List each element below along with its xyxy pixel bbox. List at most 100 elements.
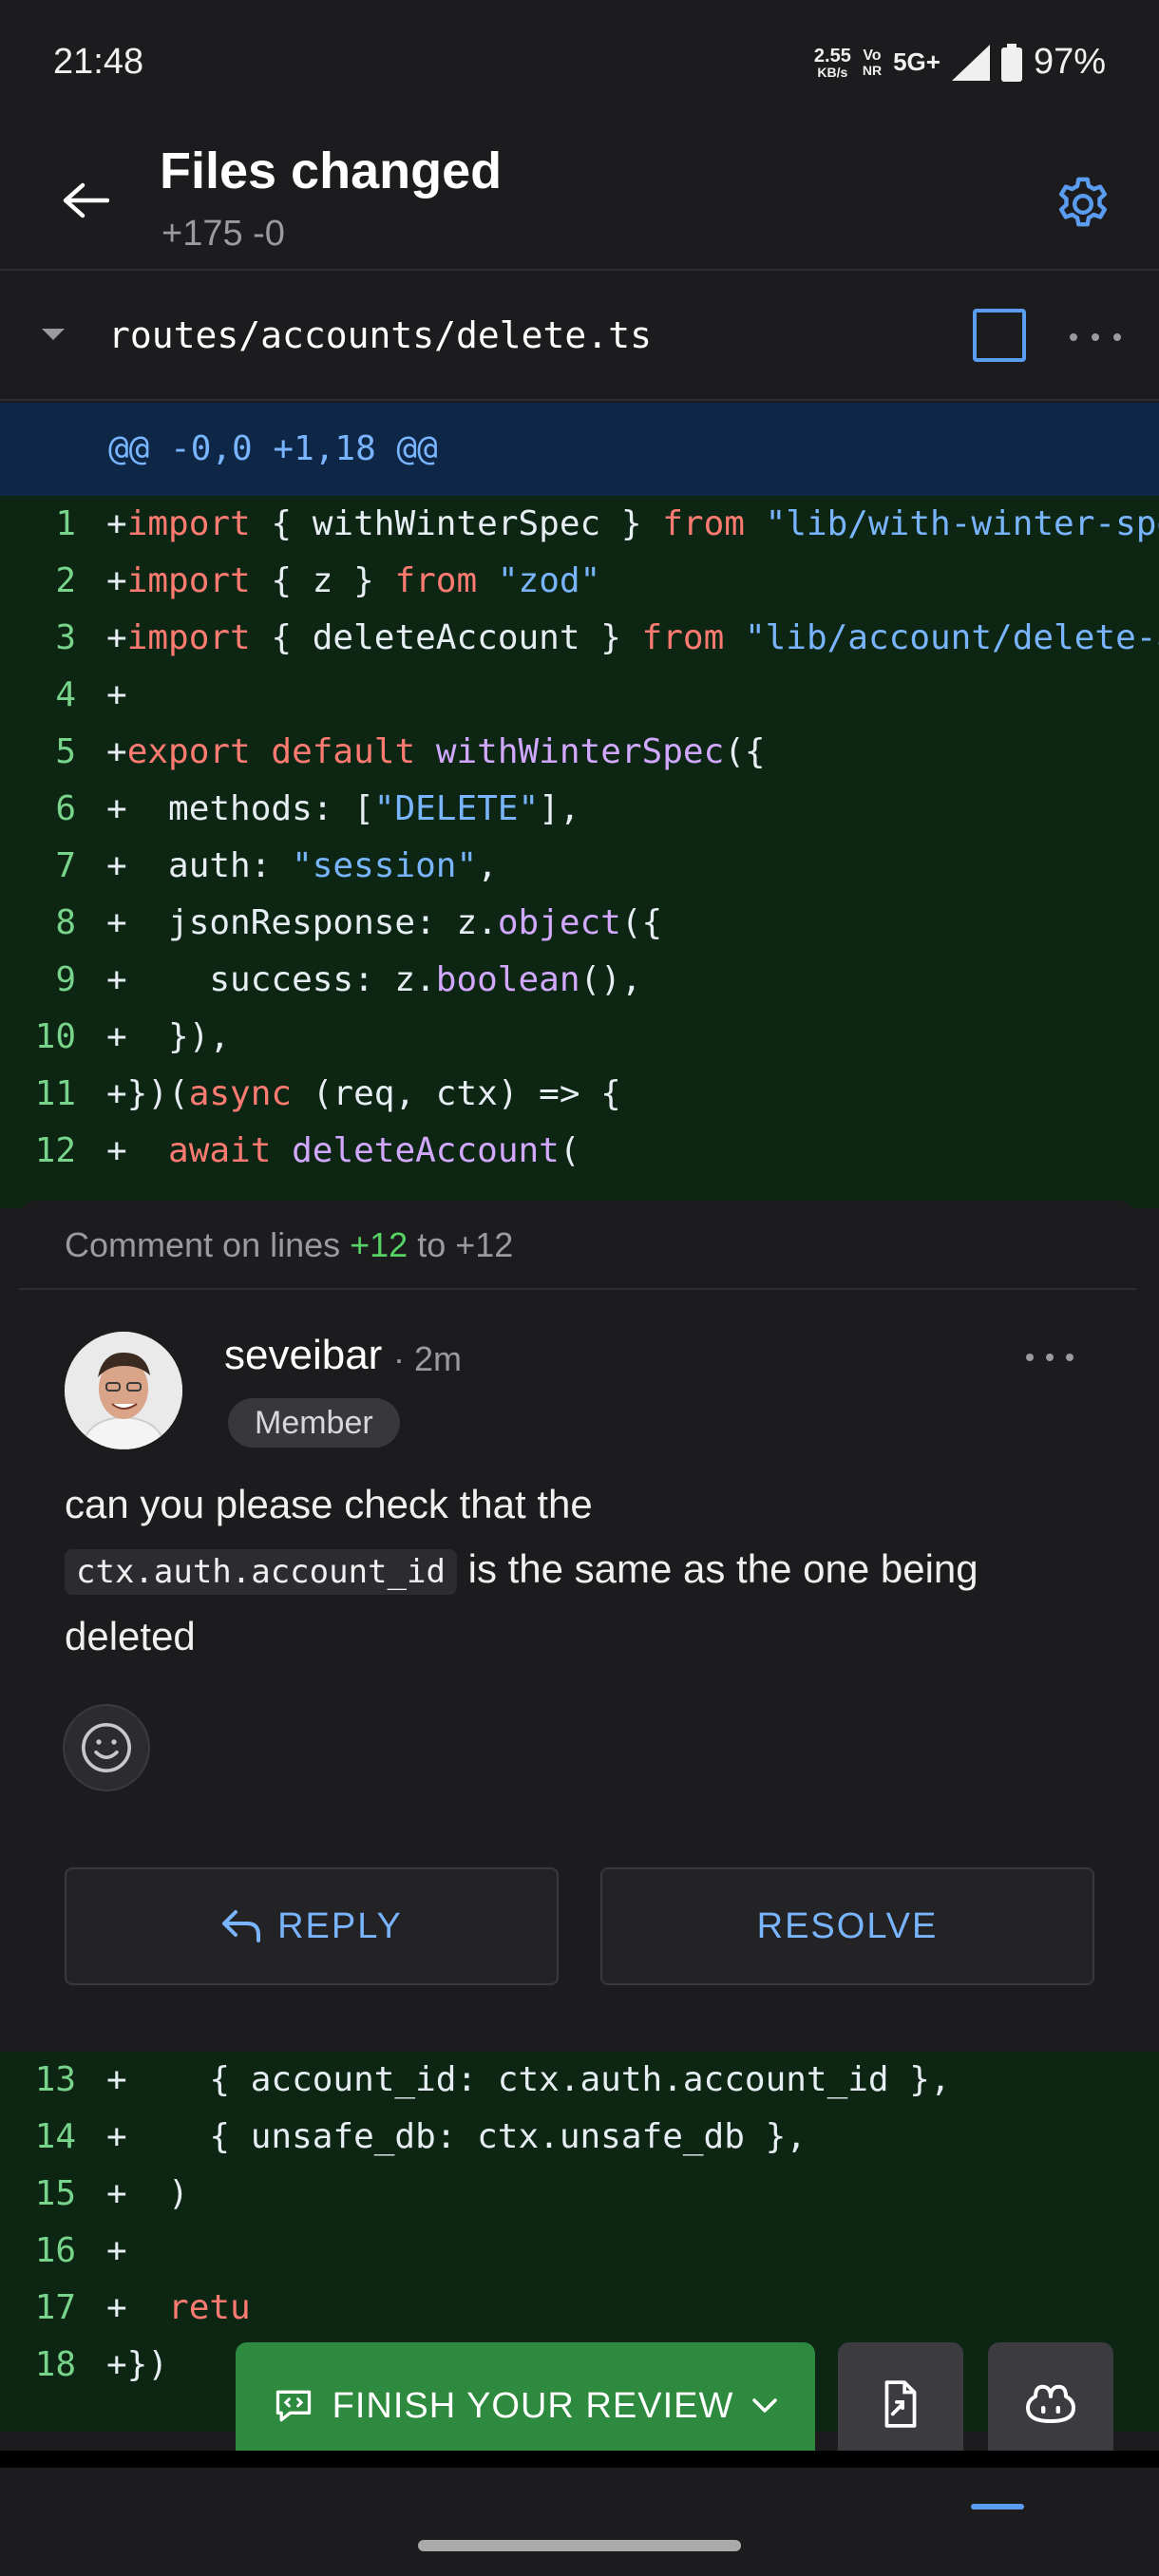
- diff-line[interactable]: 12 + await deleteAccount(: [0, 1123, 1159, 1180]
- code-token: ,: [477, 846, 498, 885]
- volte-bottom: NR: [862, 62, 883, 78]
- diff-line[interactable]: 13 + { account_id: ctx.auth.account_id },: [0, 2052, 1159, 2109]
- comment-body: can you please check that the ctx.auth.ac…: [65, 1472, 1091, 1669]
- code-token: async: [188, 1074, 293, 1113]
- line-number: 4: [55, 675, 76, 714]
- code-token: + { unsafe_db: ctx.unsafe_db },: [106, 2117, 807, 2156]
- diff-line[interactable]: 8 + jsonResponse: z.object({: [0, 895, 1159, 952]
- line-number: 16: [34, 2231, 76, 2270]
- diff-line[interactable]: 17 + retu: [0, 2280, 1159, 2337]
- line-code: + retu: [106, 2280, 251, 2337]
- line-code: + auth: "session",: [106, 838, 498, 895]
- line-code: + success: z.boolean(),: [106, 952, 642, 1009]
- diff-line[interactable]: 5 +export default withWinterSpec({: [0, 724, 1159, 781]
- code-token: "lib/account/delete-account": [744, 618, 1159, 657]
- more-horizontal-icon: [1066, 1354, 1074, 1361]
- code-token: +})(: [106, 1074, 189, 1113]
- comment-body-text-1: can you please check that the: [65, 1482, 593, 1526]
- code-token: (),: [580, 960, 642, 999]
- code-token: +: [106, 618, 127, 657]
- signal-icon: [951, 44, 990, 81]
- diff-line[interactable]: 6 + methods: ["DELETE"],: [0, 781, 1159, 838]
- viewed-checkbox[interactable]: [973, 309, 1026, 362]
- line-code: +})(async (req, ctx) => {: [106, 1066, 621, 1123]
- line-code: +import { deleteAccount } from "lib/acco…: [106, 610, 1159, 667]
- line-code: +import { withWinterSpec } from "lib/wit…: [106, 496, 1159, 553]
- settings-button[interactable]: [1036, 157, 1130, 252]
- avatar[interactable]: [65, 1332, 182, 1449]
- code-token: "zod": [497, 561, 601, 600]
- line-code: + ): [106, 2166, 189, 2223]
- line-number: 6: [55, 789, 76, 828]
- line-number: 8: [55, 903, 76, 942]
- diff-line[interactable]: 3 +import { deleteAccount } from "lib/acc…: [0, 610, 1159, 667]
- file-header: routes/accounts/delete.ts: [0, 273, 1159, 401]
- diff-line[interactable]: 9 + success: z.boolean(),: [0, 952, 1159, 1009]
- more-horizontal-icon: [1092, 333, 1099, 341]
- resolve-button[interactable]: RESOLVE: [600, 1867, 1094, 1985]
- more-horizontal-icon: [1070, 333, 1077, 341]
- diff-line[interactable]: 10 + }),: [0, 1009, 1159, 1066]
- diff-line[interactable]: 4 +: [0, 667, 1159, 724]
- back-button[interactable]: [48, 162, 124, 238]
- comment-more-button[interactable]: [1026, 1343, 1074, 1372]
- code-token: import: [126, 561, 251, 600]
- lines-mid: to: [408, 1225, 456, 1264]
- file-diff-icon: [884, 2380, 917, 2428]
- diff-line[interactable]: 14 + { unsafe_db: ctx.unsafe_db },: [0, 2109, 1159, 2166]
- collapse-file-toggle[interactable]: [36, 318, 70, 352]
- diff-line[interactable]: 7 + auth: "session",: [0, 838, 1159, 895]
- code-token: + { account_id: ctx.auth.account_id },: [106, 2060, 951, 2099]
- line-number: 12: [34, 1131, 76, 1170]
- app-bar: Files changed +175 -0: [0, 128, 1159, 271]
- comment-thread-header: Comment on lines +12 to +12: [19, 1201, 1136, 1290]
- reply-button[interactable]: REPLY: [65, 1867, 559, 1985]
- lines-prefix: Comment on lines: [65, 1225, 351, 1264]
- diff-line[interactable]: 1 +import { withWinterSpec } from "lib/wi…: [0, 496, 1159, 553]
- line-number: 7: [55, 846, 76, 885]
- comment-author[interactable]: seveibar: [224, 1332, 382, 1379]
- volte-indicator: Vo NR: [862, 47, 883, 78]
- page-title: Files changed: [160, 142, 503, 199]
- home-indicator[interactable]: [418, 2540, 741, 2551]
- diff-line[interactable]: 2 +import { z } from "zod": [0, 553, 1159, 610]
- code-token: boolean: [435, 960, 580, 999]
- back-arrow-icon: [63, 182, 109, 218]
- code-token: + }),: [106, 1017, 231, 1056]
- add-reaction-button[interactable]: [63, 1704, 150, 1791]
- line-code: +export default withWinterSpec({: [106, 724, 766, 781]
- tab-indicator: [971, 2504, 1024, 2510]
- file-path: routes/accounts/delete.ts: [108, 314, 652, 356]
- diff-line[interactable]: 15 + ): [0, 2166, 1159, 2223]
- hunk-range: @@ -0,0 +1,18 @@: [108, 429, 438, 468]
- status-time: 21:48: [53, 42, 144, 82]
- code-token: ({: [620, 903, 663, 942]
- status-icons: 2.55 KB/s Vo NR 5G+ 97%: [814, 42, 1106, 83]
- reply-label: REPLY: [277, 1905, 403, 1946]
- code-token: import: [126, 618, 251, 657]
- file-more-button[interactable]: [1070, 318, 1121, 356]
- code-token: +: [106, 504, 127, 543]
- diff-line[interactable]: 16 +: [0, 2223, 1159, 2280]
- code-token: (req, ctx) => {: [292, 1074, 621, 1113]
- code-token: retu: [168, 2288, 251, 2327]
- code-token: +: [106, 675, 127, 714]
- line-code: + }),: [106, 1009, 230, 1066]
- code-token: from: [641, 618, 725, 657]
- code-token: { deleteAccount }: [250, 618, 642, 657]
- code-token: (: [559, 1131, 580, 1170]
- diff-line[interactable]: 11 +})(async (req, ctx) => {: [0, 1066, 1159, 1123]
- line-number: 5: [55, 732, 76, 771]
- code-token: ({: [724, 732, 766, 771]
- chevron-down-icon: [42, 329, 65, 340]
- file-navigation-button[interactable]: [838, 2342, 963, 2466]
- copilot-button[interactable]: [988, 2342, 1113, 2466]
- resolve-label: RESOLVE: [756, 1905, 939, 1946]
- code-token: { withWinterSpec }: [250, 504, 663, 543]
- code-token: from: [394, 561, 478, 600]
- code-token: + ): [106, 2174, 189, 2213]
